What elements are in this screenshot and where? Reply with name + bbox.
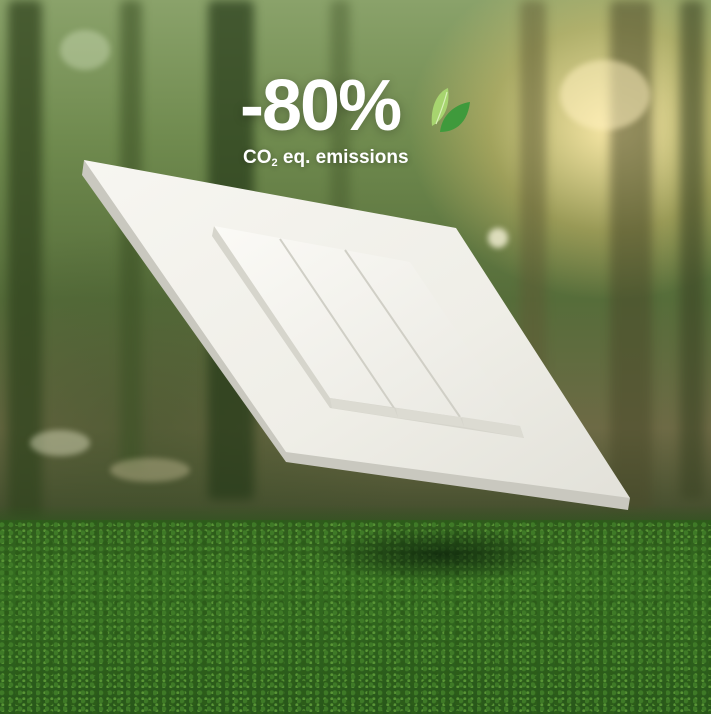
headline-percentage: -80% [240, 66, 402, 146]
leaf-icon [431, 88, 470, 132]
product-photo: -80% CO2 eq. emissions [0, 0, 711, 714]
emissions-prefix: CO [243, 147, 272, 168]
emissions-label: CO2 eq. emissions [243, 148, 409, 169]
emissions-suffix: eq. emissions [277, 147, 409, 168]
